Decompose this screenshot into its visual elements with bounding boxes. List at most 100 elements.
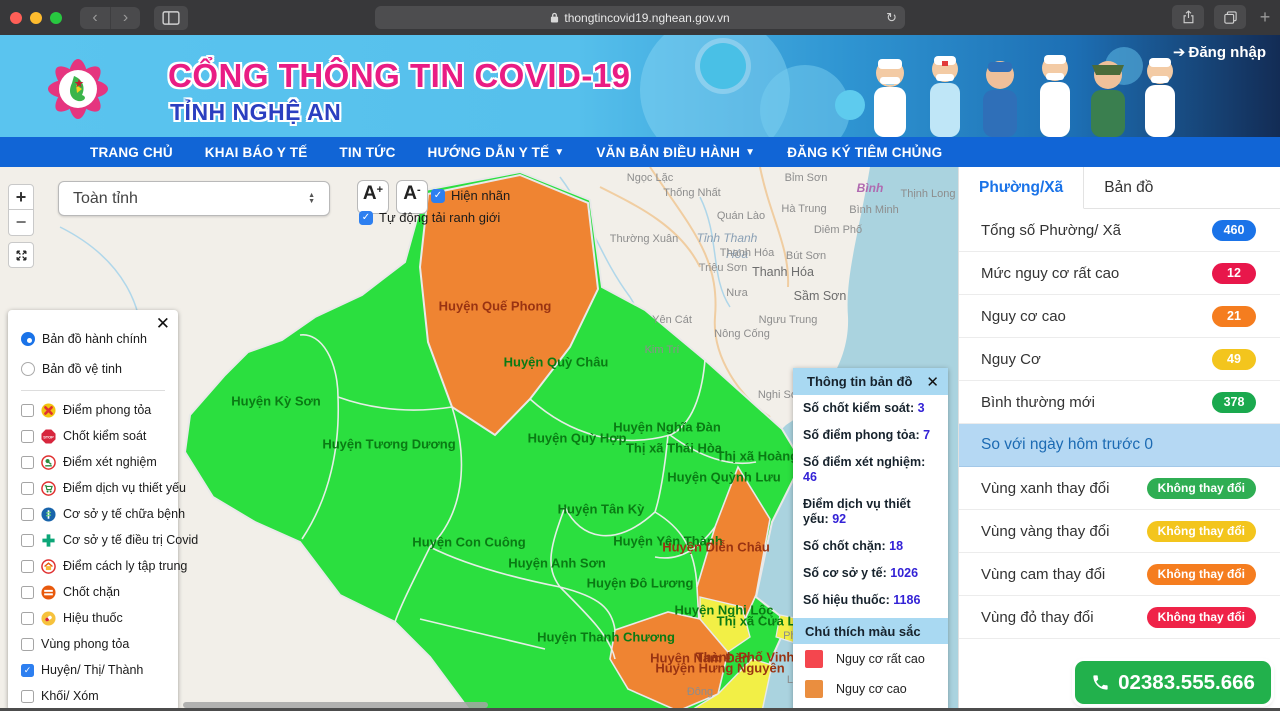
legend-color-swatch [805, 680, 823, 698]
login-arrow-icon: ➔ [1173, 43, 1186, 61]
checkbox-icon [21, 482, 34, 495]
font-decrease-button[interactable]: A- [396, 180, 428, 214]
virus-illustration [700, 43, 746, 89]
portal-subtitle: TỈNH NGHỆ AN [170, 99, 341, 126]
status-badge: Không thay đổi [1147, 607, 1256, 628]
maximize-window-button[interactable] [50, 12, 62, 24]
select-arrows-icon: ▲▼ [308, 193, 315, 205]
nav-item[interactable]: KHAI BÁO Y TẾ [205, 145, 308, 160]
test-point-icon [41, 455, 56, 470]
basemap-radio-option[interactable]: Bản đồ hành chính [21, 324, 178, 354]
statistics-sidebar: Phường/XãBản đồ Tổng số Phường/ Xã460Mức… [958, 167, 1280, 711]
change-row: Vùng vàng thay đổiKhông thay đổi [959, 510, 1280, 553]
map-canvas[interactable]: Huyện Quế PhongHuyện Quỳ ChâuHuyện Kỳ Sơ… [0, 167, 958, 711]
auto-load-boundaries-checkbox[interactable]: ✓ Tự động tải ranh giới [359, 210, 500, 225]
main-navigation: TRANG CHỦ KHAI BÁO Y TẾ TIN TỨC HƯỚNG DẪN Y… [0, 137, 1280, 167]
share-icon[interactable] [1172, 5, 1204, 29]
url-text: thongtincovid19.nghean.gov.vn [564, 11, 729, 25]
layer-checkbox-item[interactable]: Điểm xét nghiệm [21, 449, 178, 475]
layer-checkbox-item[interactable]: ✓Huyện/ Thị/ Thành [21, 657, 178, 683]
fullscreen-button[interactable] [8, 242, 34, 268]
nav-item[interactable]: HƯỚNG DẪN Y TẾ▼ [428, 145, 565, 160]
map-stat-row: Số điểm phong tỏa: 7 [793, 422, 948, 449]
checkbox-icon [21, 534, 34, 547]
radio-icon [21, 362, 35, 376]
region-select[interactable]: Toàn tỉnh ▲▼ [58, 181, 330, 216]
chevron-down-icon: ▼ [745, 147, 755, 158]
basemap-radio-option[interactable]: Bản đồ vệ tinh [21, 354, 178, 384]
svg-text:STOP: STOP [43, 434, 54, 439]
nav-item[interactable]: ĐĂNG KÝ TIÊM CHỦNG [787, 145, 942, 160]
lock-icon [550, 12, 559, 23]
layer-checkbox-item[interactable]: Điểm phong tỏa [21, 397, 178, 423]
lockdown-point-icon [41, 403, 56, 418]
count-badge: 378 [1212, 392, 1256, 413]
barrier-icon [41, 585, 56, 600]
phone-icon [1091, 673, 1110, 692]
minimize-window-button[interactable] [30, 12, 42, 24]
close-icon[interactable]: ✕ [156, 314, 170, 334]
layer-checkbox-item[interactable]: Cơ sở y tế chữa bệnh [21, 501, 178, 527]
checkbox-icon [21, 456, 34, 469]
nav-item[interactable]: TIN TỨC [339, 145, 395, 160]
forward-button[interactable]: › [110, 7, 140, 29]
layer-checkbox-item[interactable]: Điểm dịch vụ thiết yếu [21, 475, 178, 501]
medical-team-illustration [850, 35, 1190, 137]
legend-color-swatch [805, 650, 823, 668]
show-labels-checkbox[interactable]: ✓ Hiện nhãn [431, 188, 510, 203]
layer-checkbox-item[interactable]: STOPChốt kiểm soát [21, 423, 178, 449]
tab-active[interactable]: Phường/Xã [959, 167, 1084, 209]
covid-portal-logo [28, 43, 128, 131]
zoom-in-button[interactable]: + [8, 184, 34, 210]
layer-checkbox-item[interactable]: Điểm cách ly tập trung [21, 553, 178, 579]
checkbox-icon [21, 690, 34, 703]
nav-item[interactable]: VĂN BẢN ĐIỀU HÀNH▼ [596, 145, 755, 160]
nav-item[interactable]: TRANG CHỦ [90, 145, 173, 160]
status-badge: Không thay đổi [1147, 564, 1256, 585]
layer-checkbox-item[interactable]: Vùng phong tỏa [21, 631, 178, 657]
address-bar[interactable]: thongtincovid19.nghean.gov.vn ↻ [375, 6, 905, 29]
new-tab-button[interactable]: + [1256, 5, 1274, 29]
layer-checkbox-item[interactable]: Chốt chặn [21, 579, 178, 605]
stat-row: Nguy Cơ49 [959, 338, 1280, 381]
legend-item: Nguy cơ rất cao [793, 644, 948, 674]
font-increase-button[interactable]: A+ [357, 180, 389, 214]
map-stat-row: Số chốt chặn: 18 [793, 533, 948, 560]
checkbox-icon [21, 612, 34, 625]
change-row: Vùng cam thay đổiKhông thay đổi [959, 553, 1280, 596]
pharmacy-icon [41, 611, 56, 626]
close-window-button[interactable] [10, 12, 22, 24]
layer-checkbox-item[interactable]: Cơ sở y tế điều trị Covid [21, 527, 178, 553]
browser-chrome: ‹ › thongtincovid19.nghean.gov.vn ↻ + [0, 0, 1280, 35]
info-panel-title: Thông tin bản đồ [807, 374, 912, 389]
tabs-overview-icon[interactable] [1214, 5, 1246, 29]
chevron-down-icon: ▼ [554, 147, 564, 158]
portal-title: CỔNG THÔNG TIN COVID-19 [168, 57, 631, 95]
back-button[interactable]: ‹ [80, 7, 110, 29]
map-stat-row: Điểm dịch vụ thiết yếu: 92 [793, 491, 948, 533]
essential-service-icon [41, 481, 56, 496]
layers-panel: ✕ Bản đồ hành chínhBản đồ vệ tinh Điểm ph… [8, 310, 178, 711]
close-icon[interactable]: ✕ [926, 373, 939, 391]
checkbox-checked-icon: ✓ [431, 189, 445, 203]
checkbox-icon [21, 560, 34, 573]
change-row: Vùng đỏ thay đổiKhông thay đổi [959, 596, 1280, 639]
layer-checkbox-item[interactable]: Khối/ Xóm [21, 683, 178, 709]
checkbox-icon: ✓ [21, 664, 34, 677]
tab-inactive[interactable]: Bản đồ [1084, 167, 1173, 208]
layer-checkbox-item[interactable]: Hiệu thuốc [21, 605, 178, 631]
map-stat-row: Số hiệu thuốc: 1186 [793, 587, 948, 614]
count-badge: 460 [1212, 220, 1256, 241]
checkbox-checked-icon: ✓ [359, 211, 373, 225]
count-badge: 12 [1212, 263, 1256, 284]
status-badge: Không thay đổi [1147, 478, 1256, 499]
radio-icon [21, 332, 35, 346]
login-link[interactable]: ➔ Đăng nhập [1173, 43, 1266, 61]
hotline-button[interactable]: 02383.555.666 [1075, 661, 1271, 704]
status-badge: Không thay đổi [1147, 521, 1256, 542]
checkbox-icon [21, 430, 34, 443]
sidebar-toggle-icon[interactable] [154, 6, 188, 30]
reload-icon[interactable]: ↻ [886, 10, 897, 26]
zoom-out-button[interactable]: − [8, 210, 34, 236]
map-stat-row: Số chốt kiểm soát: 3 [793, 395, 948, 422]
